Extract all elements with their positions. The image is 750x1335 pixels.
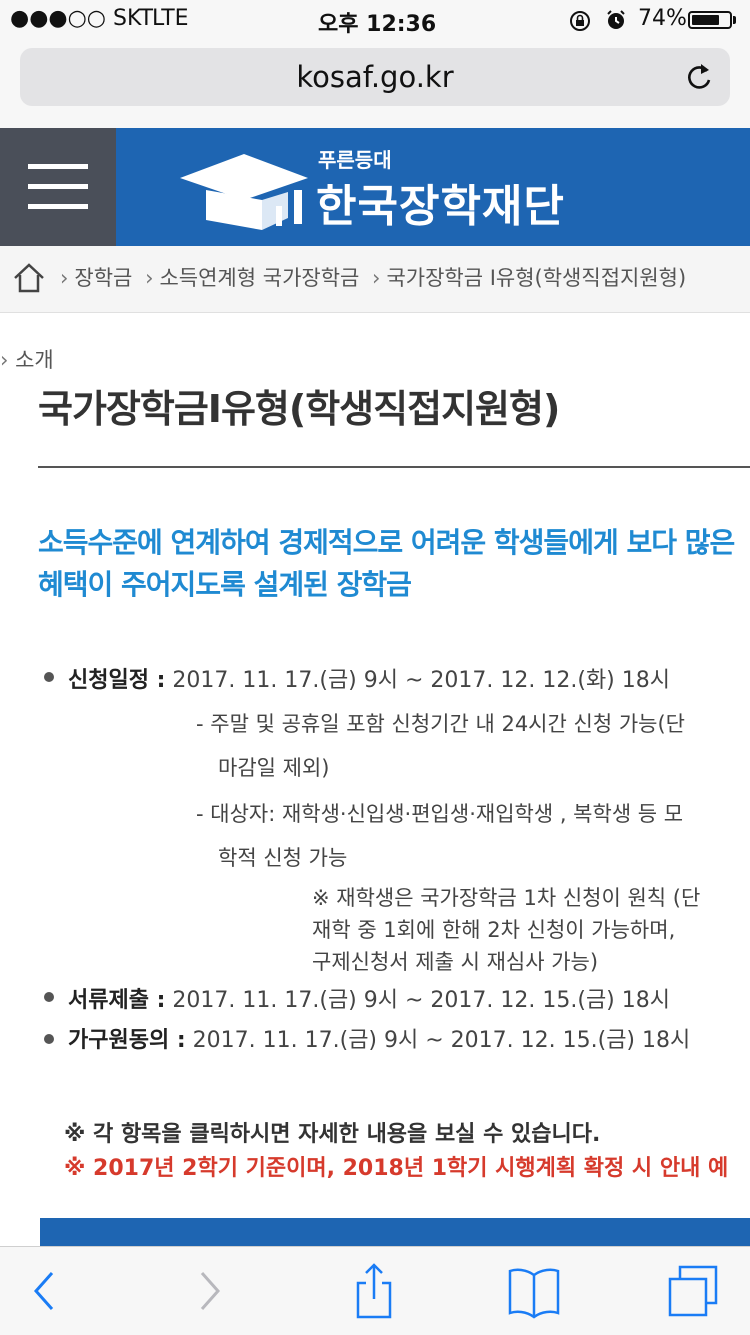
- notice-warning: ※ 2017년 2학기 기준이며, 2018년 1학기 시행계획 확정 시 안내…: [64, 1156, 729, 1181]
- breadcrumb-item[interactable]: 국가장학금 I유형(학생직접지원형): [386, 266, 686, 290]
- schedule-note: 마감일 제외): [218, 756, 330, 780]
- site-header: 푸른등대 한국장학재단: [0, 128, 750, 246]
- home-icon[interactable]: [12, 262, 46, 294]
- schedule-remark: 재학 중 1회에 한해 2차 신청이 가능하며,: [312, 918, 676, 942]
- battery-level: [692, 15, 719, 25]
- browser-toolbar: [0, 1246, 750, 1335]
- schedule-note: 학적 신청 가능: [218, 846, 348, 870]
- consent-label: 가구원동의 :: [68, 1028, 186, 1053]
- battery-icon: [688, 11, 732, 29]
- breadcrumb-item[interactable]: 소득연계형 국가장학금: [159, 266, 359, 290]
- graduation-cap-icon: [180, 154, 308, 230]
- address-bar[interactable]: kosaf.go.kr: [20, 48, 730, 106]
- schedule-note: - 대상자: 재학생·신입생·편입생·재입학생 , 복학생 등 모: [196, 802, 684, 826]
- schedule-value: 2017. 11. 17.(금) 9시 ~ 2017. 12. 12.(화) 1…: [172, 668, 670, 693]
- documents-item[interactable]: 서류제출 : 2017. 11. 17.(금) 9시 ~ 2017. 12. 1…: [68, 982, 670, 1014]
- notice-text: ※ 각 항목을 클릭하시면 자세한 내용을 보실 수 있습니다.: [64, 1122, 601, 1147]
- reload-icon[interactable]: [682, 60, 716, 94]
- logo-tagline: 푸른등대: [318, 148, 392, 172]
- schedule-remark: ※ 재학생은 국가장학금 1차 신청이 원칙 (단: [312, 886, 701, 910]
- battery-percent: 74%: [638, 6, 687, 31]
- menu-button[interactable]: [0, 128, 116, 246]
- network-type: LTE: [152, 6, 189, 31]
- forward-icon[interactable]: [180, 1261, 240, 1321]
- consent-value: 2017. 11. 17.(금) 9시 ~ 2017. 12. 15.(금) 1…: [192, 1028, 691, 1053]
- content-banner[interactable]: [40, 1218, 750, 1248]
- lock-rotation-icon: [570, 11, 590, 31]
- breadcrumb-item[interactable]: 장학금: [74, 266, 132, 290]
- share-icon[interactable]: [344, 1261, 404, 1321]
- site-logo[interactable]: 푸른등대 한국장학재단: [176, 142, 576, 234]
- logo-title: 한국장학재단: [316, 181, 565, 232]
- url-text[interactable]: kosaf.go.kr: [20, 60, 730, 94]
- back-icon[interactable]: [14, 1261, 74, 1321]
- schedule-remark: 구제신청서 제출 시 재심사 가능): [312, 950, 599, 974]
- intro-text: 소득수준에 연계하여 경제적으로 어려운 학생들에게 보다 많은 혜택이 주어지…: [38, 526, 735, 601]
- title-divider: [38, 466, 750, 468]
- status-bar: ●●●○○ SKT LTE 오후 12:36 74%: [0, 0, 750, 40]
- documents-label: 서류제출 :: [68, 988, 166, 1013]
- bullet-icon: [44, 992, 54, 1002]
- breadcrumb: › 장학금 › 소득연계형 국가장학금 › 국가장학금 I유형(학생직접지원형): [0, 246, 750, 313]
- consent-item[interactable]: 가구원동의 : 2017. 11. 17.(금) 9시 ~ 2017. 12. …: [68, 1022, 690, 1054]
- bullet-icon: [44, 672, 54, 682]
- menu-icon: [28, 164, 88, 169]
- schedule-label: 신청일정 :: [68, 668, 166, 693]
- schedule-item[interactable]: 신청일정 : 2017. 11. 17.(금) 9시 ~ 2017. 12. 1…: [68, 662, 670, 694]
- alarm-icon: [607, 10, 625, 29]
- schedule-note: - 주말 및 공휴일 포함 신청기간 내 24시간 신청 가능(단: [196, 712, 685, 736]
- bookmarks-icon[interactable]: [504, 1261, 564, 1321]
- browser-address-area: kosaf.go.kr: [0, 40, 750, 129]
- page-title: 국가장학금I유형(학생직접지원형): [38, 387, 560, 431]
- carrier: ●●●○○ SKT: [10, 6, 154, 31]
- tabs-icon[interactable]: [664, 1261, 724, 1321]
- clock: 오후 12:36: [318, 12, 437, 37]
- bullet-icon: [44, 1034, 54, 1044]
- documents-value: 2017. 11. 17.(금) 9시 ~ 2017. 12. 15.(금) 1…: [172, 988, 670, 1013]
- section-label: › 소개: [0, 348, 54, 372]
